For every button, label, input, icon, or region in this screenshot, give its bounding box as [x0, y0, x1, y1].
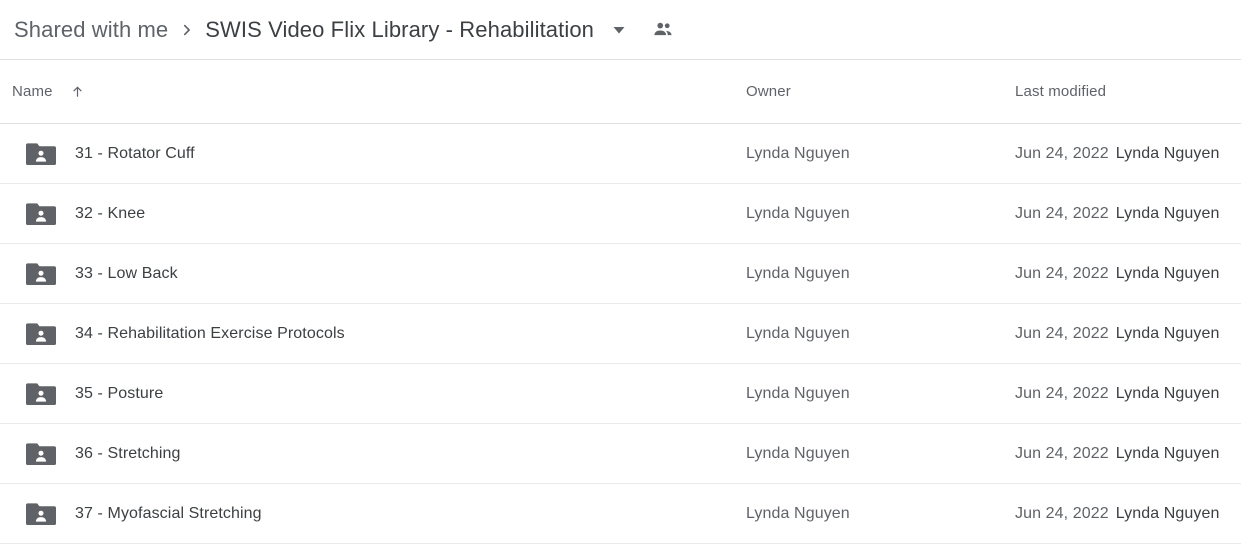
row-name-cell: 36 - Stretching [26, 424, 181, 483]
file-rows-container: 31 - Rotator Cuff Lynda Nguyen Jun 24, 2… [0, 124, 1241, 544]
column-header-owner-label: Owner [746, 83, 791, 100]
row-file-name: 37 - Myofascial Stretching [75, 504, 262, 522]
column-header-last-modified-label: Last modified [1015, 83, 1107, 100]
row-last-modified: Jun 24, 2022 Lynda Nguyen [1015, 424, 1220, 483]
row-file-name: 35 - Posture [75, 384, 164, 402]
table-row[interactable]: 32 - Knee Lynda Nguyen Jun 24, 2022 Lynd… [0, 184, 1241, 244]
table-row[interactable]: 37 - Myofascial Stretching Lynda Nguyen … [0, 484, 1241, 544]
shared-folder-icon [26, 322, 56, 346]
row-name-cell: 34 - Rehabilitation Exercise Protocols [26, 304, 345, 363]
row-modified-by: Lynda Nguyen [1115, 144, 1220, 162]
column-header-name[interactable]: Name [12, 83, 86, 100]
row-modified-by: Lynda Nguyen [1115, 264, 1220, 282]
row-file-name: 33 - Low Back [75, 264, 178, 282]
shared-folder-icon [26, 382, 56, 406]
row-file-name: 34 - Rehabilitation Exercise Protocols [75, 324, 345, 342]
row-name-cell: 33 - Low Back [26, 244, 178, 303]
row-owner: Lynda Nguyen [746, 504, 850, 522]
row-modified-date: Jun 24, 2022 [1015, 444, 1109, 462]
row-file-name: 32 - Knee [75, 204, 146, 222]
breadcrumb-current-folder[interactable]: SWIS Video Flix Library - Rehabilitation [205, 17, 594, 43]
people-shared-icon[interactable] [651, 18, 675, 42]
row-modified-date: Jun 24, 2022 [1015, 384, 1109, 402]
row-owner: Lynda Nguyen [746, 204, 850, 222]
row-name-cell: 32 - Knee [26, 184, 145, 243]
row-modified-date: Jun 24, 2022 [1015, 324, 1109, 342]
shared-folder-icon [26, 142, 56, 166]
row-owner: Lynda Nguyen [746, 144, 850, 162]
row-modified-date: Jun 24, 2022 [1015, 204, 1109, 222]
shared-folder-icon [26, 262, 56, 286]
row-modified-by: Lynda Nguyen [1115, 204, 1220, 222]
row-last-modified: Jun 24, 2022 Lynda Nguyen [1015, 184, 1220, 243]
chevron-right-icon [179, 22, 195, 38]
row-name-cell: 31 - Rotator Cuff [26, 124, 195, 183]
breadcrumb-parent-link[interactable]: Shared with me [14, 17, 168, 43]
table-header-row: Name Owner Last modified [0, 60, 1241, 124]
table-row[interactable]: 34 - Rehabilitation Exercise Protocols L… [0, 304, 1241, 364]
row-owner: Lynda Nguyen [746, 324, 850, 342]
breadcrumb-bar: Shared with me SWIS Video Flix Library -… [0, 0, 1241, 60]
row-owner: Lynda Nguyen [746, 264, 850, 282]
arrow-up-icon[interactable] [70, 84, 86, 100]
row-last-modified: Jun 24, 2022 Lynda Nguyen [1015, 364, 1220, 423]
table-row[interactable]: 31 - Rotator Cuff Lynda Nguyen Jun 24, 2… [0, 124, 1241, 184]
row-name-cell: 37 - Myofascial Stretching [26, 484, 262, 543]
row-modified-by: Lynda Nguyen [1115, 384, 1220, 402]
row-last-modified: Jun 24, 2022 Lynda Nguyen [1015, 244, 1220, 303]
row-modified-date: Jun 24, 2022 [1015, 144, 1109, 162]
table-row[interactable]: 35 - Posture Lynda Nguyen Jun 24, 2022 L… [0, 364, 1241, 424]
row-file-name: 36 - Stretching [75, 444, 181, 462]
row-name-cell: 35 - Posture [26, 364, 163, 423]
row-modified-date: Jun 24, 2022 [1015, 504, 1109, 522]
row-owner: Lynda Nguyen [746, 444, 850, 462]
row-last-modified: Jun 24, 2022 Lynda Nguyen [1015, 304, 1220, 363]
table-row[interactable]: 33 - Low Back Lynda Nguyen Jun 24, 2022 … [0, 244, 1241, 304]
row-last-modified: Jun 24, 2022 Lynda Nguyen [1015, 484, 1220, 543]
file-list-table: Name Owner Last modified 31 - Rotator Cu… [0, 60, 1241, 544]
shared-folder-icon [26, 442, 56, 466]
column-header-owner[interactable]: Owner [746, 83, 791, 100]
row-modified-by: Lynda Nguyen [1115, 444, 1220, 462]
column-header-name-label: Name [12, 83, 53, 100]
row-modified-by: Lynda Nguyen [1115, 504, 1220, 522]
table-row[interactable]: 36 - Stretching Lynda Nguyen Jun 24, 202… [0, 424, 1241, 484]
chevron-down-icon[interactable] [608, 19, 630, 41]
row-modified-date: Jun 24, 2022 [1015, 264, 1109, 282]
row-owner: Lynda Nguyen [746, 384, 850, 402]
row-last-modified: Jun 24, 2022 Lynda Nguyen [1015, 124, 1220, 183]
row-modified-by: Lynda Nguyen [1115, 324, 1220, 342]
shared-folder-icon [26, 502, 56, 526]
column-header-last-modified[interactable]: Last modified [1015, 83, 1106, 100]
shared-folder-icon [26, 202, 56, 226]
row-file-name: 31 - Rotator Cuff [75, 144, 195, 162]
